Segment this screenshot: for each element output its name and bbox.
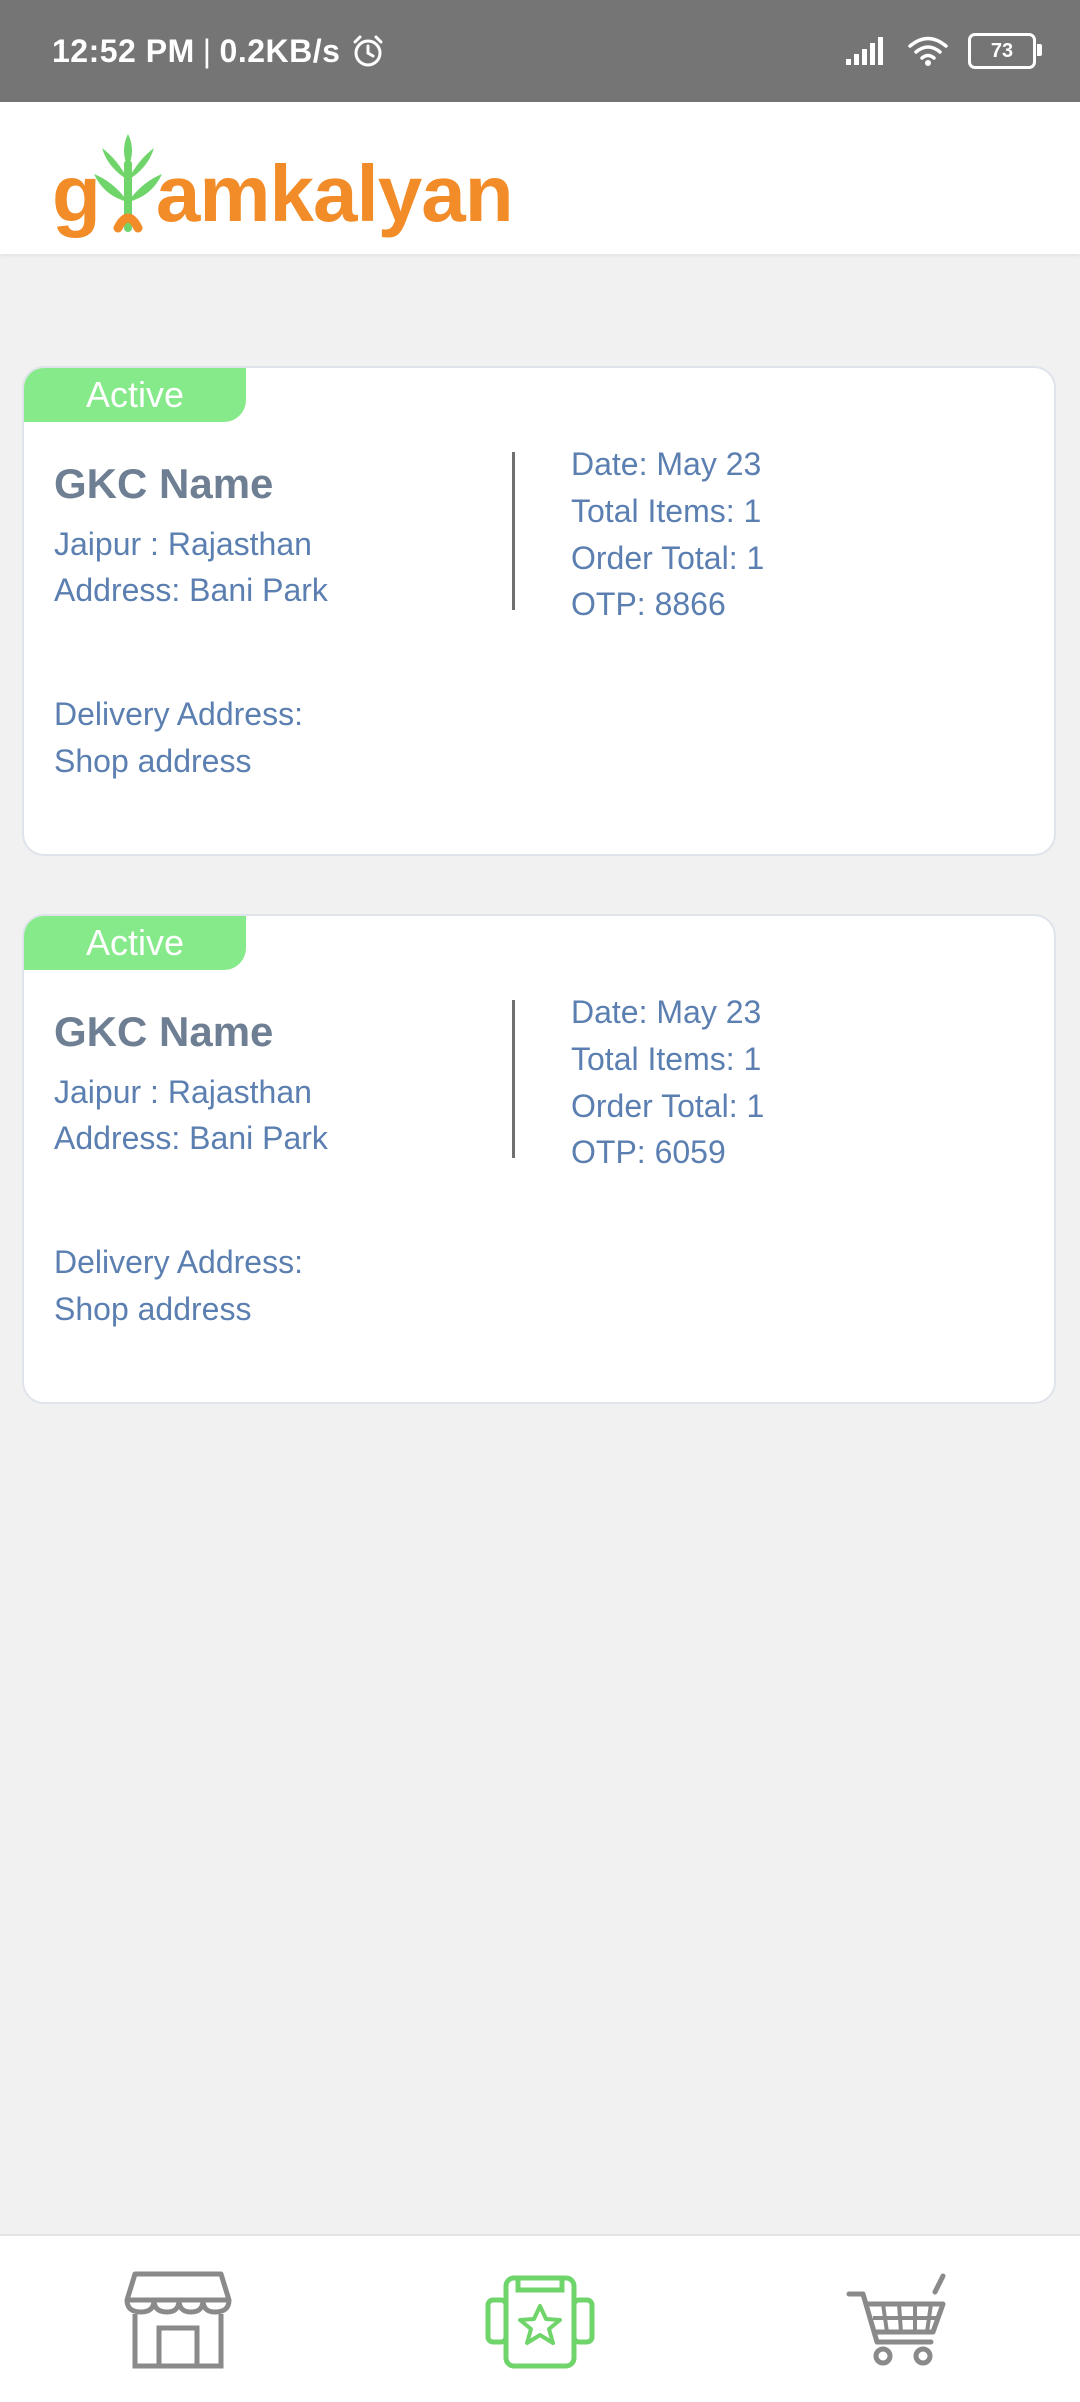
- logo-letters: amkalyan: [155, 149, 514, 238]
- delivery-address-value: Shop address: [54, 1291, 252, 1327]
- cart-icon: [843, 2270, 953, 2370]
- delivery-address-value: Shop address: [54, 743, 252, 779]
- order-total-items: Total Items: 1: [571, 493, 762, 529]
- status-badge: Active: [24, 368, 246, 422]
- app-header: g amkalyan: [0, 102, 1080, 254]
- delivery-address-label: Delivery Address:: [54, 696, 303, 732]
- order-total-items: Total Items: 1: [571, 1041, 762, 1077]
- orders-star-icon: [480, 2270, 600, 2370]
- shop-name: GKC Name: [54, 1008, 274, 1055]
- sprout-icon: [88, 124, 168, 239]
- nav-store[interactable]: [118, 2268, 238, 2372]
- card-divider: [512, 1000, 515, 1158]
- order-card[interactable]: Active GKC Name Jaipur : Rajasthan Addre…: [22, 914, 1056, 1404]
- orders-list: Active GKC Name Jaipur : Rajasthan Addre…: [22, 366, 1058, 1462]
- status-left: 12:52 PM | 0.2KB/s: [52, 0, 386, 102]
- order-total: Order Total: 1: [571, 540, 765, 576]
- bottom-nav: [0, 2234, 1080, 2402]
- nav-cart[interactable]: [838, 2268, 958, 2372]
- delivery-address-label: Delivery Address:: [54, 1244, 303, 1280]
- status-time: 12:52 PM: [52, 32, 195, 69]
- status-badge: Active: [24, 916, 246, 970]
- shop-location: Jaipur : Rajasthan: [54, 1074, 312, 1110]
- signal-icon: [844, 35, 888, 67]
- card-divider: [512, 452, 515, 610]
- status-right: 73: [844, 0, 1042, 102]
- status-separator: |: [202, 32, 212, 69]
- shop-address: Address: Bani Park: [54, 572, 328, 608]
- shop-name: GKC Name: [54, 460, 274, 507]
- battery-icon: 73: [968, 33, 1042, 69]
- order-otp: OTP: 6059: [571, 1134, 726, 1170]
- battery-level: 73: [990, 39, 1014, 62]
- status-bar: 12:52 PM | 0.2KB/s 73: [0, 0, 1080, 102]
- gramkalyan-logo: g amkalyan: [52, 124, 514, 234]
- order-date: Date: May 23: [571, 446, 762, 482]
- store-icon: [123, 2270, 233, 2370]
- order-otp: OTP: 8866: [571, 586, 726, 622]
- order-date: Date: May 23: [571, 994, 762, 1030]
- order-total: Order Total: 1: [571, 1088, 765, 1124]
- order-card[interactable]: Active GKC Name Jaipur : Rajasthan Addre…: [22, 366, 1056, 856]
- nav-orders[interactable]: [480, 2268, 600, 2372]
- wifi-icon: [906, 35, 950, 67]
- alarm-icon: [350, 33, 386, 69]
- shop-address: Address: Bani Park: [54, 1120, 328, 1156]
- shop-location: Jaipur : Rajasthan: [54, 526, 312, 562]
- status-speed: 0.2KB/s: [219, 32, 341, 69]
